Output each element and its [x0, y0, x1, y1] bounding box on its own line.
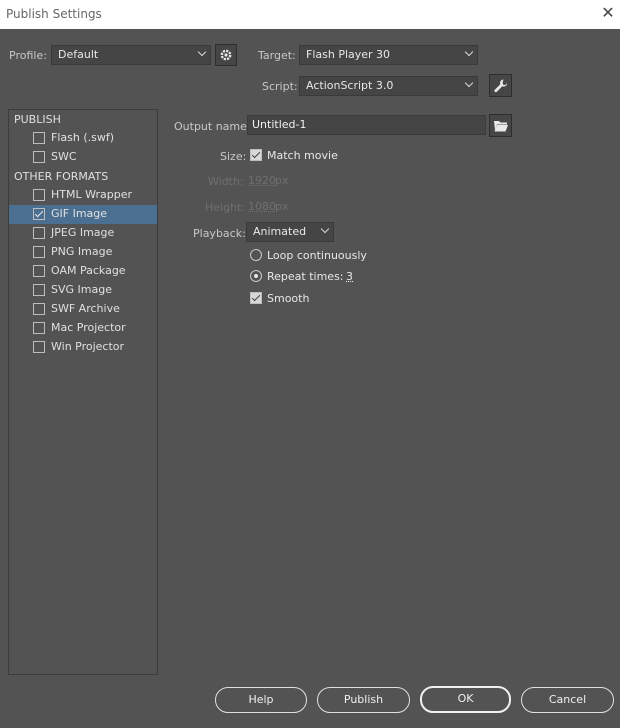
profile-label: Profile: — [9, 49, 47, 62]
format-label: PNG Image — [51, 245, 113, 258]
format-label: Flash (.swf) — [51, 131, 115, 144]
title-bar: Publish Settings ✕ — [0, 0, 620, 29]
output-name-value: Untitled-1 — [252, 118, 307, 131]
browse-folder-button[interactable] — [489, 114, 512, 137]
wrench-icon — [493, 79, 507, 93]
format-item-html-wrapper[interactable]: HTML Wrapper — [9, 186, 157, 205]
chevron-down-icon — [464, 47, 474, 57]
profile-value: Default — [58, 48, 99, 61]
svg-image-checkbox[interactable] — [33, 284, 45, 296]
folder-icon — [493, 121, 508, 132]
script-label: Script: — [262, 80, 298, 93]
jpeg-image-checkbox[interactable] — [33, 227, 45, 239]
width-unit: px — [275, 174, 289, 187]
height-value: 1080 — [248, 200, 276, 213]
format-label: Win Projector — [51, 340, 125, 353]
other-formats-section-header: OTHER FORMATS — [14, 170, 109, 183]
loop-continuously-radio[interactable] — [250, 249, 262, 261]
format-label: SWC — [51, 150, 77, 163]
profile-settings-button[interactable] — [215, 44, 237, 66]
playback-label: Playback: — [193, 227, 246, 240]
format-item-win-projector[interactable]: Win Projector — [9, 338, 157, 357]
png-image-checkbox[interactable] — [33, 246, 45, 258]
format-item-jpeg-image[interactable]: JPEG Image — [9, 224, 157, 243]
width-label: Width: — [208, 175, 244, 188]
mac-projector-checkbox[interactable] — [33, 322, 45, 334]
height-unit: px — [275, 200, 289, 213]
close-icon[interactable]: ✕ — [598, 3, 618, 23]
ok-button[interactable]: OK — [420, 686, 511, 713]
html-wrapper-checkbox[interactable] — [33, 189, 45, 201]
cancel-button[interactable]: Cancel — [521, 687, 614, 713]
chevron-down-icon — [197, 47, 207, 57]
script-value: ActionScript 3.0 — [306, 79, 394, 92]
repeat-times-radio[interactable] — [250, 270, 262, 282]
profile-dropdown[interactable]: Default — [51, 45, 211, 65]
gear-icon — [220, 49, 232, 61]
smooth-label: Smooth — [267, 292, 310, 305]
width-value: 1920 — [248, 174, 276, 187]
format-item-gif-image[interactable]: GIF Image — [9, 205, 157, 224]
format-label: JPEG Image — [51, 226, 115, 239]
format-label: SWF Archive — [51, 302, 120, 315]
chevron-down-icon — [320, 224, 330, 234]
gif-image-checkbox[interactable] — [33, 208, 45, 220]
format-item-mac-projector[interactable]: Mac Projector — [9, 319, 157, 338]
format-item-swc[interactable]: SWC — [9, 148, 157, 167]
smooth-checkbox[interactable] — [250, 292, 262, 304]
format-item-flash[interactable]: Flash (.swf) — [9, 129, 157, 148]
win-projector-checkbox[interactable] — [33, 341, 45, 353]
format-label: Mac Projector — [51, 321, 126, 334]
script-settings-button[interactable] — [489, 74, 512, 97]
publish-button[interactable]: Publish — [317, 687, 410, 713]
repeat-times-value[interactable]: 3 — [346, 270, 353, 283]
playback-dropdown[interactable]: Animated — [246, 222, 334, 242]
publish-section-header: PUBLISH — [14, 113, 61, 126]
output-name-label: Output name: — [174, 120, 251, 133]
swf-archive-checkbox[interactable] — [33, 303, 45, 315]
target-dropdown[interactable]: Flash Player 30 — [299, 45, 478, 65]
window-title: Publish Settings — [6, 7, 102, 21]
format-label: OAM Package — [51, 264, 126, 277]
target-value: Flash Player 30 — [306, 48, 391, 61]
target-label: Target: — [258, 49, 296, 62]
playback-value: Animated — [253, 225, 307, 238]
format-item-swf-archive[interactable]: SWF Archive — [9, 300, 157, 319]
format-item-svg-image[interactable]: SVG Image — [9, 281, 157, 300]
chevron-down-icon — [464, 78, 474, 88]
format-item-png-image[interactable]: PNG Image — [9, 243, 157, 262]
loop-continuously-label: Loop continuously — [267, 249, 367, 262]
script-dropdown[interactable]: ActionScript 3.0 — [299, 76, 478, 96]
height-label: Height: — [205, 201, 246, 214]
match-movie-checkbox[interactable] — [250, 149, 262, 161]
format-label: GIF Image — [51, 207, 108, 220]
format-item-oam-package[interactable]: OAM Package — [9, 262, 157, 281]
oam-package-checkbox[interactable] — [33, 265, 45, 277]
size-label: Size: — [220, 150, 247, 163]
format-list-panel: PUBLISH Flash (.swf) SWC OTHER FORMATS H… — [8, 109, 158, 675]
flash-checkbox[interactable] — [33, 132, 45, 144]
match-movie-label: Match movie — [267, 149, 338, 162]
help-button[interactable]: Help — [215, 687, 307, 713]
swc-checkbox[interactable] — [33, 151, 45, 163]
output-name-input[interactable]: Untitled-1 — [247, 115, 486, 135]
format-label: HTML Wrapper — [51, 188, 133, 201]
repeat-times-label: Repeat times: — [267, 270, 344, 283]
format-label: SVG Image — [51, 283, 112, 296]
